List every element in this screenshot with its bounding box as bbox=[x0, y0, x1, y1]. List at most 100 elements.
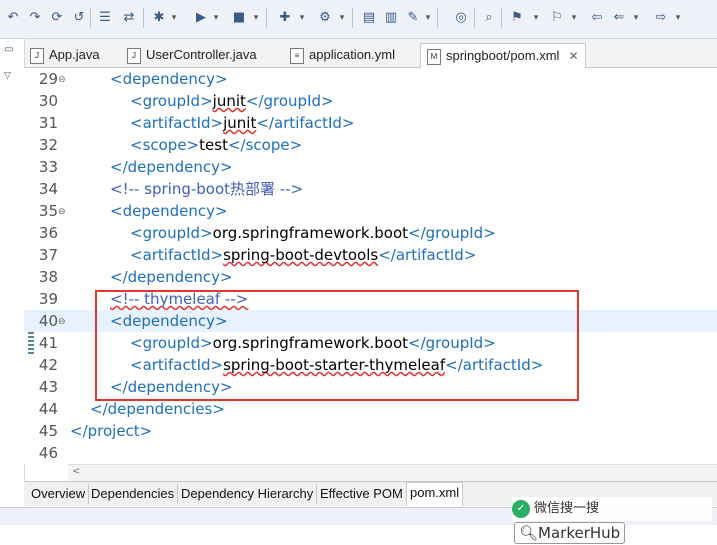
compare-icon[interactable]: ⇄ bbox=[120, 9, 138, 27]
code-line[interactable]: 35 ⊖ <dependency> bbox=[24, 200, 717, 222]
toolbar-separator bbox=[90, 8, 91, 28]
stop-icon[interactable]: ■ bbox=[230, 9, 248, 27]
editor-tab-bar: J App.java J UserController.java ≡ applicat… bbox=[0, 39, 717, 68]
tab-effective-pom[interactable]: Effective POM bbox=[317, 484, 407, 504]
line-number: 36 bbox=[38, 224, 58, 242]
fold-toggle-icon[interactable]: ⊖ bbox=[58, 311, 66, 333]
pom-file-icon: M bbox=[427, 48, 441, 65]
tab-pom-xml-source[interactable]: pom.xml bbox=[406, 482, 464, 506]
code-line[interactable]: 32 <scope>test</scope> bbox=[24, 134, 717, 156]
dropdown-arrow-icon[interactable]: ▾ bbox=[424, 9, 432, 27]
collapse-icon[interactable]: ▽ bbox=[4, 71, 11, 81]
xml-tag: <groupId> bbox=[130, 224, 213, 242]
tab-dependencies[interactable]: Dependencies bbox=[88, 484, 179, 504]
code-line[interactable]: 34 <!-- spring-boot热部署 --> bbox=[24, 178, 717, 200]
dropdown-arrow-icon[interactable]: ▾ bbox=[674, 9, 682, 27]
code-line[interactable]: 45 </project> bbox=[24, 420, 717, 442]
code-editor[interactable]: 29 ⊖ <dependency> 30 <groupId>junit</groupId… bbox=[24, 68, 717, 464]
redo-icon[interactable]: ↷ bbox=[26, 9, 44, 27]
tab-label: application.yml bbox=[309, 47, 395, 62]
tab-user-controller[interactable]: J UserController.java bbox=[127, 43, 257, 67]
highlight-annotation-box bbox=[95, 290, 579, 401]
code-line[interactable]: 30 <groupId>junit</groupId> bbox=[24, 90, 717, 112]
line-number: 30 bbox=[38, 92, 58, 110]
watermark-brand: 🔍︎MarkerHub bbox=[514, 521, 626, 544]
toolbar-separator bbox=[501, 8, 502, 28]
line-number: 37 bbox=[38, 246, 58, 264]
code-line[interactable]: 36 <groupId>org.springframework.boot</gro… bbox=[24, 222, 717, 244]
fold-toggle-icon[interactable]: ⊖ bbox=[58, 201, 66, 223]
dropdown-arrow-icon[interactable]: ▾ bbox=[252, 9, 260, 27]
dropdown-arrow-icon[interactable]: ▾ bbox=[298, 9, 306, 27]
globe-icon[interactable]: ◎ bbox=[452, 9, 470, 27]
next-icon[interactable]: ⇨ bbox=[652, 9, 670, 27]
line-number: 46 bbox=[38, 444, 58, 462]
format-icon[interactable]: ☰ bbox=[96, 9, 114, 27]
line-number: 42 bbox=[38, 356, 58, 374]
tab-overview[interactable]: Overview bbox=[28, 484, 90, 504]
code-line[interactable]: 37 <artifactId>spring-boot-devtools</arti… bbox=[24, 244, 717, 266]
code-text: <dependency> bbox=[110, 68, 228, 90]
fold-toggle-icon[interactable]: ⊖ bbox=[58, 69, 66, 91]
pen-icon[interactable]: ✎ bbox=[404, 9, 422, 27]
tab-application-yml[interactable]: ≡ application.yml bbox=[290, 43, 395, 67]
java-file-icon: J bbox=[127, 47, 141, 64]
settings-icon[interactable]: ⚙ bbox=[316, 9, 334, 27]
xml-tag: </dependency> bbox=[110, 268, 233, 286]
dropdown-arrow-icon[interactable]: ▾ bbox=[170, 9, 178, 27]
xml-tag: </dependency> bbox=[110, 158, 233, 176]
dropdown-arrow-icon[interactable]: ▾ bbox=[338, 9, 346, 27]
line-number: 32 bbox=[38, 136, 58, 154]
marker-icon[interactable]: ⚐ bbox=[548, 9, 566, 27]
xml-tag: <artifactId> bbox=[130, 246, 224, 264]
open-folder-icon[interactable]: ▤ bbox=[360, 9, 378, 27]
code-line[interactable]: 44 </dependencies> bbox=[24, 398, 717, 420]
back-icon[interactable]: ⇦ bbox=[588, 9, 606, 27]
code-line[interactable]: 38 </dependency> bbox=[24, 266, 717, 288]
brand-text: MarkerHub bbox=[538, 523, 621, 542]
debug-icon[interactable]: ✱ bbox=[150, 9, 168, 27]
scroll-left-icon[interactable]: < bbox=[72, 466, 80, 477]
tab-label: springboot/pom.xml bbox=[446, 48, 560, 63]
xml-tag: </groupId> bbox=[245, 92, 334, 110]
code-line[interactable]: 33 </dependency> bbox=[24, 156, 717, 178]
java-file-icon: J bbox=[30, 47, 44, 64]
bookmark-icon[interactable]: ⚑ bbox=[508, 9, 526, 27]
main-toolbar: ↶ ↷ ⟳ ↺ ☰ ⇄ ✱ ▾ ▶ ▾ ■ ▾ ✚ ▾ ⚙ ▾ ▤ ▥ ✎ ▾ ◎ ⌕ ⚑ ▾ ⚐ ▾ ⇦ ⇐ ▾ ⇨ ▾ bbox=[0, 0, 717, 39]
run-icon[interactable]: ▶ bbox=[192, 9, 210, 27]
left-panel-edge: ▭ ▽ bbox=[0, 39, 25, 524]
toolbar-separator bbox=[474, 8, 475, 28]
code-text: </dependency> bbox=[110, 156, 233, 178]
folder-icon[interactable]: ▥ bbox=[382, 9, 400, 27]
dropdown-arrow-icon[interactable]: ▾ bbox=[532, 9, 540, 27]
search-icon[interactable]: ⌕ bbox=[480, 9, 498, 27]
tab-app-java[interactable]: J App.java bbox=[30, 43, 100, 67]
dropdown-arrow-icon[interactable]: ▾ bbox=[632, 9, 640, 27]
line-number: 34 bbox=[38, 180, 58, 198]
xml-tag: <dependency> bbox=[110, 70, 228, 88]
new-icon[interactable]: ✚ bbox=[276, 9, 294, 27]
code-line[interactable]: 46 bbox=[24, 442, 717, 464]
code-text: <dependency> bbox=[110, 200, 228, 222]
wrap-icon[interactable]: ↺ bbox=[70, 9, 88, 27]
restore-icon[interactable]: ▭ bbox=[4, 44, 13, 55]
tab-pom-xml[interactable]: Mspringboot/pom.xml ✕ bbox=[420, 43, 586, 68]
line-number: 43 bbox=[38, 378, 58, 396]
dropdown-arrow-icon[interactable]: ▾ bbox=[570, 9, 578, 27]
dropdown-arrow-icon[interactable]: ▾ bbox=[212, 9, 220, 27]
code-text: </dependencies> bbox=[90, 398, 225, 420]
undo-icon[interactable]: ↶ bbox=[4, 9, 22, 27]
tab-label: UserController.java bbox=[146, 47, 257, 62]
close-icon[interactable]: ✕ bbox=[568, 49, 578, 63]
code-text: <!-- spring-boot热部署 --> bbox=[110, 178, 303, 200]
watermark-text: 微信搜一搜 bbox=[534, 501, 600, 516]
toolbar-separator bbox=[143, 8, 144, 28]
horizontal-scrollbar[interactable]: < bbox=[68, 464, 717, 481]
tab-dependency-hierarchy[interactable]: Dependency Hierarchy bbox=[178, 484, 318, 504]
code-line[interactable]: 29 ⊖ <dependency> bbox=[24, 68, 717, 90]
forward-dir-icon[interactable]: ⇐ bbox=[610, 9, 628, 27]
line-number: 40 bbox=[38, 312, 58, 330]
code-line[interactable]: 31 <artifactId>junit</artifactId> bbox=[24, 112, 717, 134]
xml-tag: </project> bbox=[70, 422, 153, 440]
refresh-icon[interactable]: ⟳ bbox=[48, 9, 66, 27]
